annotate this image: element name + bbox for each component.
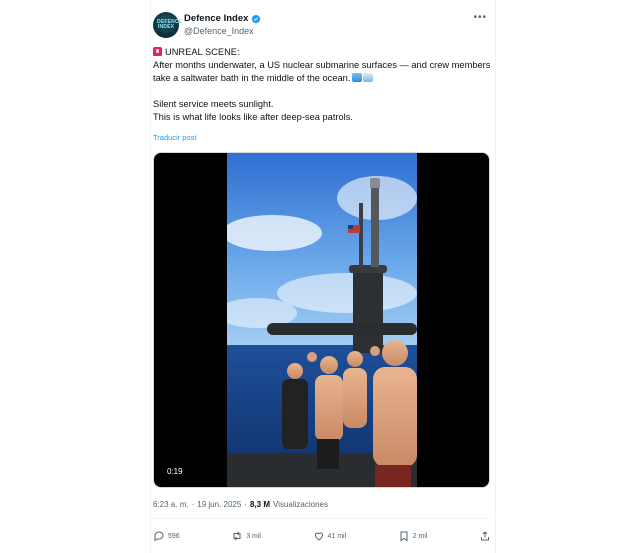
video-player[interactable]: 0:19 bbox=[153, 152, 490, 488]
bathtub-emoji-icon bbox=[363, 73, 374, 82]
like-button[interactable]: 41 mil bbox=[313, 530, 347, 542]
wave-emoji-icon bbox=[352, 73, 363, 82]
meta-separator-2: · bbox=[244, 500, 247, 509]
tweet-header: DEFENCE INDEX Defence Index @Defence_Ind… bbox=[153, 12, 493, 40]
translate-post-link[interactable]: Traducir post bbox=[153, 133, 197, 142]
video-duration: 0:19 bbox=[164, 466, 186, 477]
tweet-card: DEFENCE INDEX Defence Index @Defence_Ind… bbox=[150, 0, 496, 553]
video-frame[interactable] bbox=[227, 153, 417, 487]
views-count: 8,3 M bbox=[249, 500, 270, 509]
tweet-text: UNREAL SCENE: After months underwater, a… bbox=[153, 46, 491, 124]
verified-badge-icon bbox=[252, 14, 261, 23]
police-light-icon bbox=[153, 47, 162, 56]
author-handle[interactable]: @Defence_Index bbox=[184, 26, 254, 36]
meta-separator-1: · bbox=[191, 500, 195, 509]
views-label: Visualizaciones bbox=[272, 500, 328, 509]
body-line-1: After months underwater, a US nuclear su… bbox=[153, 59, 491, 85]
tweet-headline: UNREAL SCENE: bbox=[165, 47, 240, 57]
repost-icon bbox=[233, 531, 241, 541]
tweet-meta: 6:23 a. m. · 19 jun. 2025 · 8,3 M Visual… bbox=[153, 500, 328, 509]
tweet-line2: Silent service meets sunlight. bbox=[153, 99, 274, 109]
divider bbox=[153, 518, 491, 519]
tweet-line3: This is what life looks like after deep-… bbox=[153, 112, 353, 122]
reply-button[interactable]: 596 bbox=[153, 530, 180, 542]
author-name-row: Defence Index bbox=[184, 13, 261, 24]
author-name[interactable]: Defence Index bbox=[184, 13, 248, 24]
reply-icon bbox=[154, 531, 164, 542]
like-count: 41 mil bbox=[327, 532, 347, 540]
headline-line: UNREAL SCENE: bbox=[153, 46, 491, 59]
heart-icon bbox=[314, 532, 323, 541]
post-time[interactable]: 6:23 a. m. bbox=[153, 500, 189, 509]
bookmark-icon bbox=[400, 531, 408, 542]
reply-count: 596 bbox=[168, 532, 180, 540]
repost-button[interactable]: 3 mil bbox=[231, 530, 261, 542]
repost-count: 3 mil bbox=[246, 532, 261, 540]
action-bar: 596 3 mil 41 mil 2 mil bbox=[153, 528, 491, 544]
tweet-line1: After months underwater, a US nuclear su… bbox=[153, 60, 491, 83]
avatar-text: DEFENCE INDEX bbox=[157, 19, 183, 30]
share-icon bbox=[481, 531, 489, 541]
bookmark-count: 2 mil bbox=[412, 532, 428, 540]
bookmark-button[interactable]: 2 mil bbox=[398, 530, 428, 542]
video-thumbnail bbox=[227, 153, 417, 487]
post-date[interactable]: 19 jun. 2025 bbox=[197, 500, 241, 509]
avatar[interactable]: DEFENCE INDEX bbox=[153, 12, 183, 38]
share-button[interactable] bbox=[479, 530, 491, 542]
more-options-icon[interactable]: ••• bbox=[473, 12, 487, 23]
